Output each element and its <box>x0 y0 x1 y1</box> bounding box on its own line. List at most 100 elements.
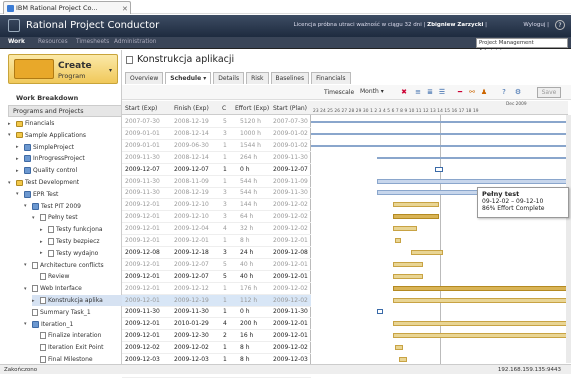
table-row[interactable]: 2009-12-01 2009-12-10 3 144 h 2009-12-02 <box>122 199 311 212</box>
tree-item[interactable]: ▸ Konstrukcja aplika <box>32 295 122 306</box>
current-user[interactable]: Zbigniew Zarzycki <box>427 22 483 28</box>
gantt-bar[interactable] <box>393 297 568 303</box>
tree-item[interactable]: ▸ Testy wydajno <box>40 248 122 259</box>
table-row[interactable]: 2007-07-30 2008-12-19 5 5120 h 2007-07-30 <box>122 116 311 128</box>
create-program-button[interactable]: Create Program ▾ <box>8 54 118 84</box>
expand-arrow-icon[interactable]: ▸ <box>32 298 38 304</box>
tree-item[interactable]: ▸ Quality control <box>16 165 122 176</box>
tab-item[interactable]: Details <box>213 72 245 84</box>
expand-arrow-icon[interactable]: ▾ <box>8 180 14 186</box>
tree-item[interactable]: ▸ Testy bezpiecz <box>40 236 122 247</box>
list-icon[interactable]: ☰ <box>438 88 446 96</box>
vertical-scrollbar[interactable] <box>566 115 571 363</box>
gantt-bar[interactable] <box>393 226 417 232</box>
expand-arrow-icon[interactable]: ▸ <box>16 168 22 174</box>
tree-item[interactable]: ▾ Iteration_1 <box>24 319 122 330</box>
nav-work[interactable]: Work <box>8 39 25 45</box>
settings-icon[interactable]: ⚙ <box>514 88 522 96</box>
tree-item[interactable]: ▾ EPR Test <box>16 189 122 200</box>
gantt-bar[interactable] <box>393 273 423 279</box>
expand-arrow-icon[interactable]: ▸ <box>40 250 46 256</box>
tree-item[interactable]: ▸ Testy funkcjona <box>40 224 122 235</box>
gantt-bar[interactable] <box>393 321 568 327</box>
role-selector[interactable]: Project Management Administra... <box>476 38 568 55</box>
gantt-bar[interactable] <box>393 202 439 208</box>
tree-item[interactable]: ▾ Pełny test <box>32 212 122 223</box>
expand-arrow-icon[interactable]: ▾ <box>8 132 14 138</box>
table-row[interactable]: 2009-11-30 2008-12-19 3 544 h 2009-11-30 <box>122 187 311 200</box>
programs-projects-header[interactable]: Programs and Projects <box>8 105 122 117</box>
table-row[interactable]: 2009-12-07 2009-12-07 1 0 h 2009-12-07 <box>122 164 311 176</box>
expand-arrow-icon[interactable]: ▾ <box>16 191 22 197</box>
gantt-bar[interactable] <box>399 357 407 362</box>
table-row[interactable]: 2009-12-08 2009-12-18 3 24 h 2009-12-08 <box>122 247 311 259</box>
gantt-bar[interactable] <box>393 333 568 339</box>
tree-item[interactable]: ▾ Web Interface <box>24 283 122 294</box>
table-row[interactable]: 2009-11-30 2008-11-09 1 544 h 2009-11-09 <box>122 176 311 188</box>
tab-item[interactable]: Baselines <box>270 72 310 84</box>
gantt-bar[interactable] <box>393 261 423 267</box>
table-row[interactable]: 2009-12-01 2009-12-19 1 112 h 2009-12-02 <box>122 294 311 307</box>
expand-arrow-icon[interactable]: ▸ <box>40 239 46 245</box>
tree-item[interactable]: ▾ Test PIT 2009 <box>24 201 122 212</box>
tree-item[interactable]: ▾ Sample Applications <box>8 130 122 141</box>
table-row[interactable]: 2009-12-02 2009-12-02 1 8 h 2009-12-02 <box>122 342 311 355</box>
indent-icon[interactable]: ≡ <box>414 88 422 96</box>
table-row[interactable]: 2009-11-30 2009-11-30 1 0 h 2009-11-30 <box>122 306 311 319</box>
tree-item[interactable]: ▾ Test Development <box>8 177 122 188</box>
table-row[interactable]: 2009-12-01 2009-12-01 1 8 h 2009-12-01 <box>122 235 311 247</box>
gantt-bar[interactable] <box>311 132 568 135</box>
tab-item[interactable]: Schedule ▾ <box>165 72 212 84</box>
link-icon[interactable]: ⚯ <box>468 88 476 96</box>
gantt-bar[interactable] <box>395 345 403 351</box>
table-row[interactable]: 2009-12-01 2009-12-30 2 16 h 2009-12-01 <box>122 330 311 343</box>
tree-item[interactable]: Finalize interation <box>32 330 122 341</box>
expand-arrow-icon[interactable]: ▾ <box>24 321 30 327</box>
tree-item[interactable]: Iteration Exit Point <box>32 342 122 353</box>
gantt-bar[interactable] <box>435 166 443 172</box>
table-row[interactable]: 2009-01-01 2008-12-14 3 1000 h 2009-01-02 <box>122 128 311 140</box>
gantt-bar[interactable] <box>411 249 443 255</box>
gantt-bar[interactable] <box>311 121 568 123</box>
tree-item[interactable]: Summary Task_1 <box>24 307 122 318</box>
gantt-bar[interactable] <box>393 214 439 220</box>
col-finish-exp[interactable]: Finish (Exp) <box>174 105 209 112</box>
browser-tab[interactable]: IBM Rational Project Co... ✕ <box>3 1 131 14</box>
gantt-bar[interactable] <box>377 309 383 315</box>
tree-item[interactable]: Review <box>32 271 122 282</box>
tab-item[interactable]: Risk <box>246 72 269 84</box>
logout-link[interactable]: Wyloguj | <box>523 22 549 28</box>
gantt-bar[interactable] <box>395 238 401 243</box>
close-tab-icon[interactable]: ✕ <box>122 5 128 13</box>
gantt-bar[interactable] <box>377 156 568 159</box>
assign-resource-icon[interactable]: ♟ <box>480 88 488 96</box>
expand-arrow-icon[interactable]: ▸ <box>16 144 22 150</box>
delete-icon[interactable]: ✖ <box>400 88 408 96</box>
expand-arrow-icon[interactable]: ▾ <box>24 203 30 209</box>
nav-resources[interactable]: Resources <box>38 39 68 45</box>
tab-item[interactable]: Financials <box>311 72 351 84</box>
tab-item[interactable]: Overview <box>125 72 164 84</box>
expand-arrow-icon[interactable]: ▸ <box>16 156 22 162</box>
col-effort-exp[interactable]: Effort (Exp) <box>235 105 269 112</box>
tree-item[interactable]: ▸ InProgressProject <box>16 153 122 164</box>
table-row[interactable]: 2009-12-01 2010-01-29 4 200 h 2009-12-01 <box>122 318 311 331</box>
outdent-icon[interactable]: ≣ <box>426 88 434 96</box>
table-row[interactable]: 2009-01-01 2009-06-30 1 1544 h 2009-01-02 <box>122 140 311 152</box>
table-row[interactable]: 2009-12-01 2009-12-07 5 40 h 2009-12-01 <box>122 259 311 271</box>
expand-arrow-icon[interactable]: ▸ <box>8 121 14 127</box>
tree-item[interactable]: ▸ Financials <box>8 118 122 129</box>
expand-arrow-icon[interactable]: ▾ <box>24 286 30 292</box>
table-row[interactable]: 2009-12-01 2009-12-10 3 64 h 2009-12-02 <box>122 211 311 224</box>
expand-arrow-icon[interactable]: ▸ <box>40 227 46 233</box>
nav-timesheets[interactable]: Timesheets <box>76 39 109 45</box>
timescale-select[interactable]: Month ▾ <box>360 88 384 95</box>
table-row[interactable]: 2009-11-30 2008-12-14 1 264 h 2009-11-30 <box>122 152 311 164</box>
gantt-bar[interactable] <box>393 285 568 291</box>
table-row[interactable]: 2009-12-01 2009-12-07 5 40 h 2009-12-01 <box>122 271 311 283</box>
save-button[interactable]: Save <box>537 87 561 98</box>
expand-arrow-icon[interactable]: ▾ <box>24 262 30 268</box>
tree-item[interactable]: ▸ SimpleProject <box>16 142 122 153</box>
col-start-exp[interactable]: Start (Exp) <box>125 105 157 112</box>
col-start-plan[interactable]: Start (Plan) <box>273 105 307 112</box>
